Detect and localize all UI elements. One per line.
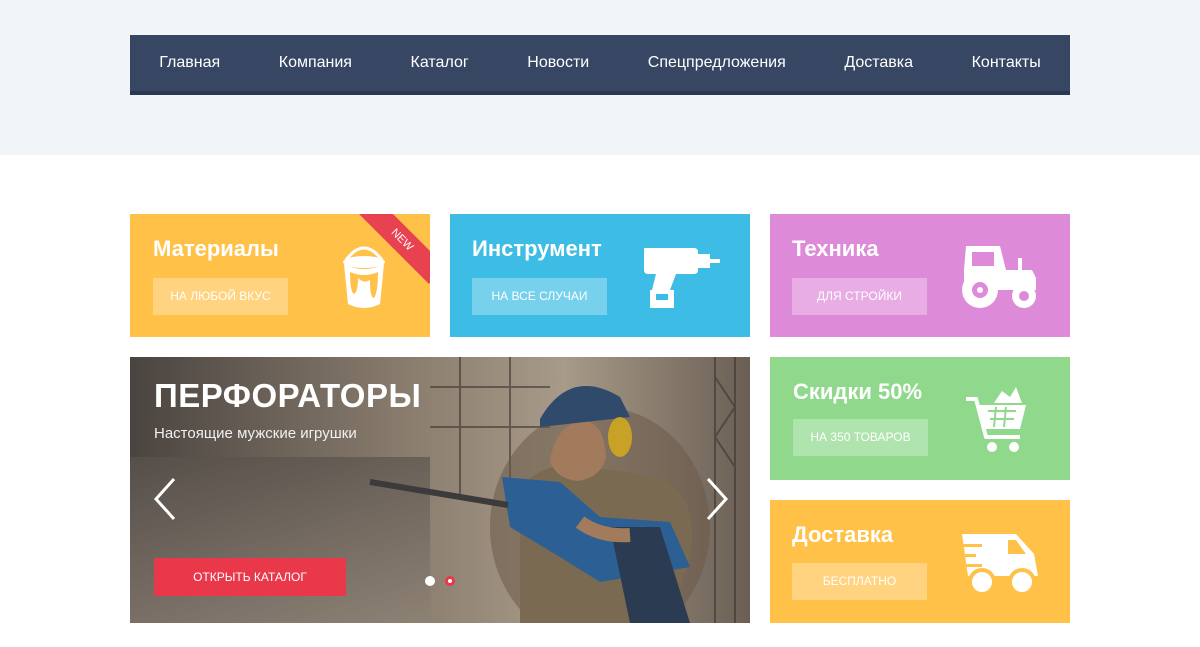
- paint-bucket-icon: [343, 246, 385, 308]
- tile-sale[interactable]: Скидки 50% НА 350 ТОВАРОВ: [770, 357, 1070, 480]
- tile-tools[interactable]: Инструмент НА ВСЕ СЛУЧАИ: [450, 214, 750, 337]
- delivery-truck-icon: [960, 534, 1038, 596]
- tile-title: Скидки 50%: [793, 379, 923, 404]
- nav-item-special-offers[interactable]: Спецпредложения: [648, 54, 786, 72]
- tile-machinery[interactable]: Техника ДЛЯ СТРОЙКИ: [770, 214, 1070, 337]
- nav-item-delivery[interactable]: Доставка: [844, 54, 913, 72]
- tile-materials[interactable]: Материалы НА ЛЮБОЙ ВКУС NEW: [130, 214, 430, 337]
- tile-delivery[interactable]: Доставка БЕСПЛАТНО: [770, 500, 1070, 623]
- main-navigation: Главная Компания Каталог Новости Спецпре…: [130, 35, 1070, 95]
- tractor-icon: [962, 246, 1036, 308]
- slider-dot-2[interactable]: [445, 576, 455, 586]
- drill-icon: [644, 248, 720, 308]
- nav-item-news[interactable]: Новости: [527, 54, 589, 72]
- nav-item-company[interactable]: Компания: [279, 54, 352, 72]
- nav-item-home[interactable]: Главная: [159, 54, 220, 72]
- hero-subtitle: Настоящие мужские игрушки: [154, 425, 357, 442]
- hero-slider[interactable]: ПЕРФОРАТОРЫ Настоящие мужские игрушки ОТ…: [130, 357, 750, 623]
- tile-title: Инструмент: [472, 236, 602, 261]
- tile-sale-button[interactable]: НА 350 ТОВАРОВ: [793, 419, 928, 456]
- nav-item-catalog[interactable]: Каталог: [411, 54, 469, 72]
- nav-item-contacts[interactable]: Контакты: [972, 54, 1041, 72]
- shopping-cart-icon: [966, 387, 1026, 452]
- slider-next-arrow-icon[interactable]: [704, 477, 730, 521]
- tile-machinery-button[interactable]: ДЛЯ СТРОЙКИ: [792, 278, 927, 315]
- tile-tools-button[interactable]: НА ВСЕ СЛУЧАИ: [472, 278, 607, 315]
- tile-title: Техника: [792, 236, 879, 261]
- slider-dot-1[interactable]: [425, 576, 435, 586]
- tile-title: Доставка: [792, 522, 894, 547]
- slider-prev-arrow-icon[interactable]: [152, 477, 178, 521]
- tile-materials-button[interactable]: НА ЛЮБОЙ ВКУС: [153, 278, 288, 315]
- hero-title: ПЕРФОРАТОРЫ: [154, 377, 422, 414]
- tile-title: Материалы: [153, 236, 279, 261]
- open-catalog-button[interactable]: ОТКРЫТЬ КАТАЛОГ: [154, 558, 346, 596]
- tile-delivery-button[interactable]: БЕСПЛАТНО: [792, 563, 927, 600]
